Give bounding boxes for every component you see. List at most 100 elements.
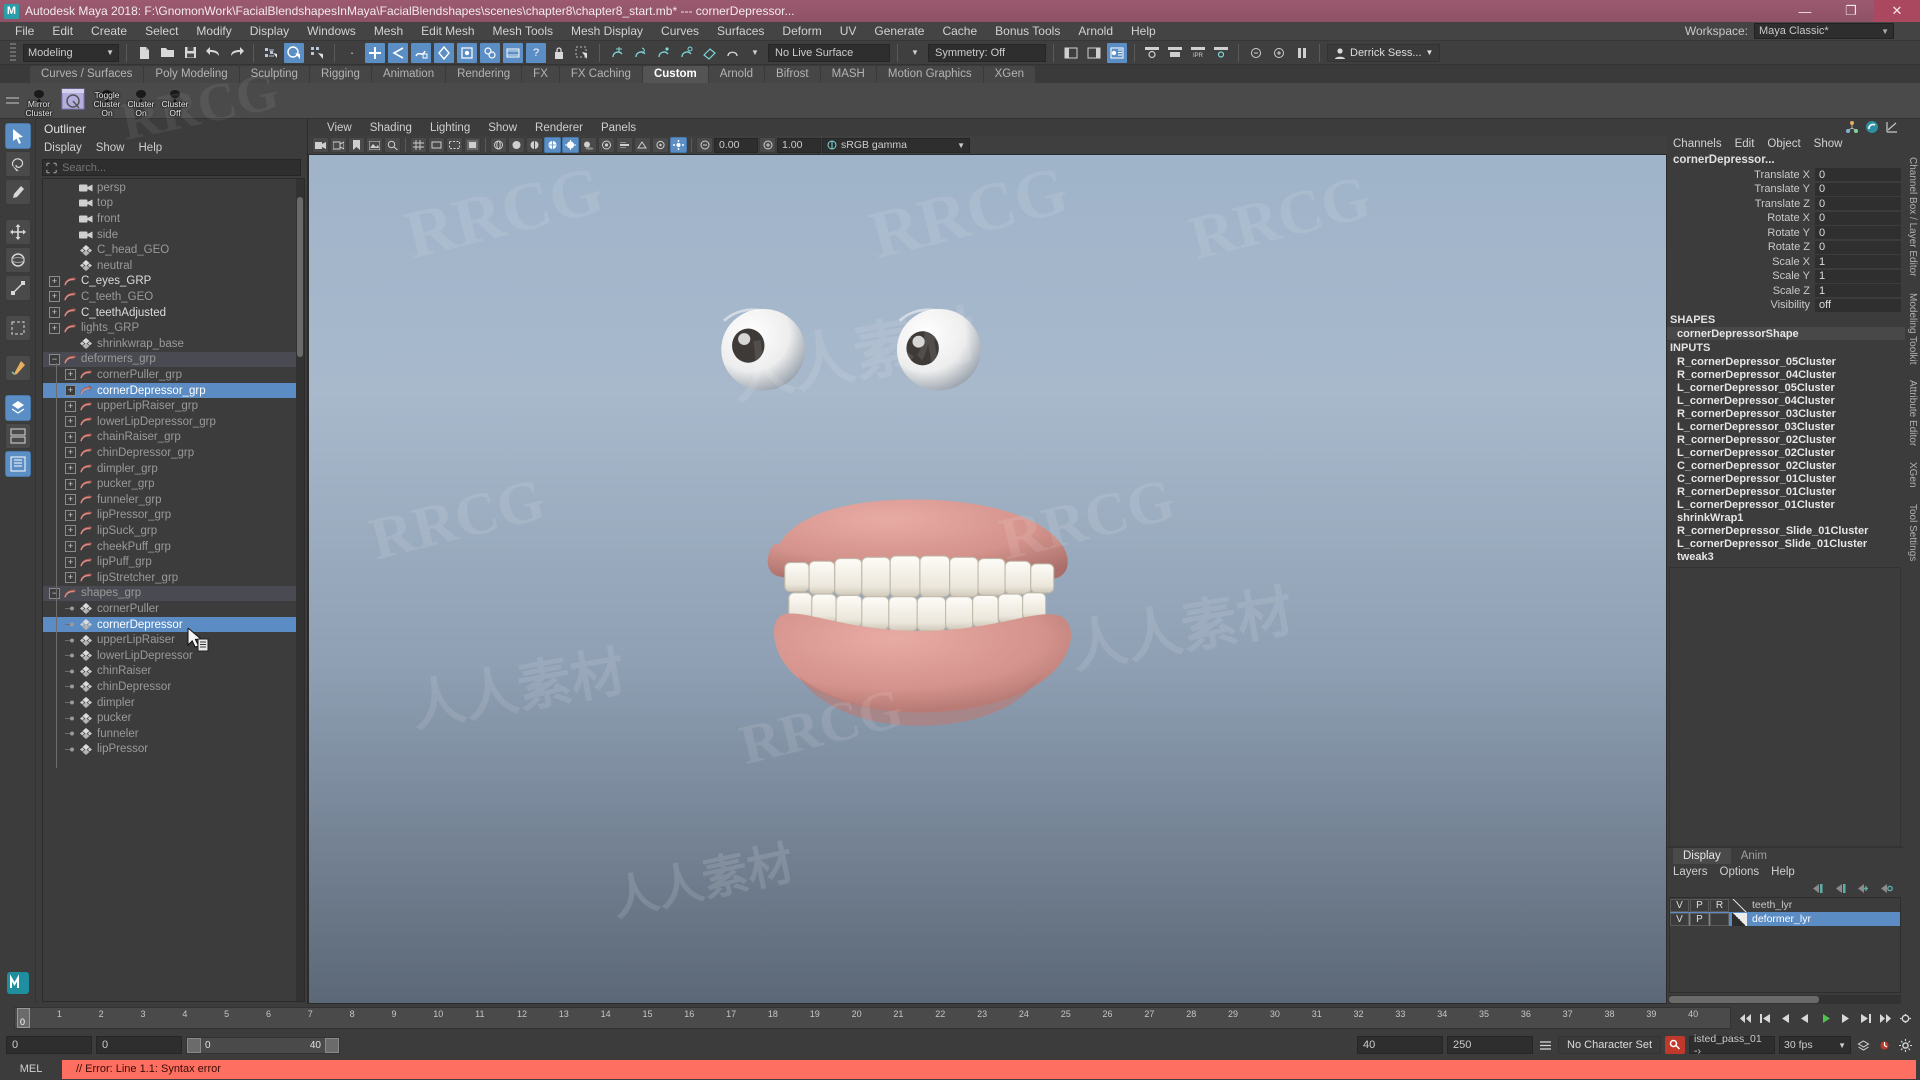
channel-attribute-row[interactable]: Rotate Y 0 — [1667, 226, 1901, 240]
paint-weights-tool-icon[interactable] — [4, 355, 31, 381]
new-scene-icon[interactable] — [134, 43, 154, 63]
mask-dot-icon[interactable]: · — [342, 43, 362, 63]
channel-menu-object[interactable]: Object — [1767, 138, 1800, 150]
layer-visibility-toggle[interactable]: V — [1670, 898, 1689, 912]
channel-input-item[interactable]: shrinkWrap1 — [1667, 511, 1905, 524]
layer-new-icon[interactable] — [1856, 883, 1870, 894]
layer-menu-layers[interactable]: Layers — [1673, 866, 1708, 878]
shelf-tab-sculpting[interactable]: Sculpting — [239, 66, 309, 83]
channel-menu-channels[interactable]: Channels — [1673, 138, 1722, 150]
channel-attribute-value[interactable]: 0 — [1815, 226, 1901, 240]
outliner-row[interactable]: C_head_GEO — [43, 242, 296, 258]
channel-attribute-value[interactable]: off — [1815, 298, 1901, 312]
channel-menu-edit[interactable]: Edit — [1735, 138, 1755, 150]
select-help-icon[interactable]: ? — [526, 42, 546, 63]
outliner-row[interactable]: side — [43, 227, 296, 243]
channel-attribute-value[interactable]: 1 — [1815, 284, 1901, 298]
auto-keyframe-toggle[interactable] — [1665, 1036, 1685, 1054]
make-live-icon[interactable] — [722, 43, 742, 63]
menu-item-mesh-display[interactable]: Mesh Display — [562, 22, 652, 41]
symmetry-chevron-icon[interactable]: ▼ — [905, 43, 925, 63]
symmetry-field[interactable]: Symmetry: Off — [928, 43, 1046, 62]
step-back-frame-icon[interactable] — [1777, 1010, 1794, 1027]
render-sequence-icon[interactable] — [1165, 43, 1185, 63]
exposure-minus-icon[interactable] — [1246, 43, 1266, 63]
menu-set-dropdown[interactable]: Modeling ▼ — [23, 43, 119, 62]
outliner-row[interactable]: + cheekPuff_grp — [43, 539, 296, 555]
expand-toggle[interactable]: + — [65, 556, 76, 568]
textured-shading-icon[interactable] — [544, 137, 561, 153]
menu-item-modify[interactable]: Modify — [187, 22, 240, 41]
outliner-row[interactable]: + cornerDepressor_grp — [43, 382, 296, 399]
play-forwards-icon[interactable] — [1817, 1010, 1834, 1027]
channel-input-item[interactable]: L_cornerDepressor_01Cluster — [1667, 498, 1905, 511]
menu-item-file[interactable]: File — [6, 22, 43, 41]
channel-box-inputs-list[interactable]: R_cornerDepressor_05Cluster R_cornerDepre… — [1667, 355, 1905, 563]
channel-attribute-row[interactable]: Scale Z 1 — [1667, 284, 1901, 298]
minimize-button[interactable]: — — [1782, 0, 1828, 22]
gamma-decrease-icon[interactable] — [759, 137, 776, 153]
shelf-tab-rigging[interactable]: Rigging — [309, 66, 371, 83]
outliner-row[interactable]: dimpler — [43, 695, 296, 711]
time-slider-ruler[interactable]: 0 1 2 3 4 5 6 7 8 9 10 11 12 13 14 15 16 17 18 19 20 21 22 23 2… — [14, 1007, 1731, 1029]
expand-toggle[interactable]: + — [49, 322, 60, 334]
show-attribute-editor-icon[interactable] — [1107, 42, 1127, 63]
menu-item-display[interactable]: Display — [241, 22, 298, 41]
expand-toggle[interactable]: + — [65, 463, 76, 475]
viewport-settings-icon[interactable] — [670, 137, 687, 153]
render-settings-icon[interactable] — [1211, 43, 1231, 63]
channel-attribute-value[interactable]: 1 — [1815, 255, 1901, 269]
channel-input-item[interactable]: R_cornerDepressor_04Cluster — [1667, 368, 1905, 381]
menu-item-arnold[interactable]: Arnold — [1069, 22, 1122, 41]
select-camera-icon[interactable] — [312, 137, 329, 153]
tab-anim-layers[interactable]: Anim — [1731, 850, 1777, 862]
menu-item-create[interactable]: Create — [82, 22, 136, 41]
paint-select-tool-icon[interactable] — [4, 179, 31, 205]
outliner-search-box[interactable] — [42, 159, 301, 176]
shelf-button-cluster-off[interactable]: Cluster Off — [158, 84, 192, 118]
lock-icon[interactable] — [549, 43, 569, 63]
menu-item-cache[interactable]: Cache — [933, 22, 986, 41]
channel-attribute-row[interactable]: Translate Z 0 — [1667, 197, 1901, 211]
select-by-dynamics-icon[interactable] — [457, 42, 477, 63]
layer-new-from-selection-icon[interactable] — [1879, 883, 1893, 894]
outliner-row[interactable]: chinRaiser — [43, 664, 296, 680]
outliner-row[interactable]: cornerDepressor — [43, 616, 296, 633]
menu-item-edit-mesh[interactable]: Edit Mesh — [412, 22, 483, 41]
collapse-toggle[interactable]: − — [49, 353, 60, 365]
channel-input-item[interactable]: C_cornerDepressor_01Cluster — [1667, 472, 1905, 485]
show-modeling-toolkit-icon[interactable] — [1865, 120, 1879, 134]
channel-attribute-value[interactable]: 0 — [1815, 211, 1901, 225]
range-bar-middle[interactable]: 0 40 — [201, 1040, 325, 1051]
ipr-render-icon[interactable]: IPR — [1188, 43, 1208, 63]
channel-attribute-row[interactable]: Visibility off — [1667, 298, 1901, 313]
channel-input-item[interactable]: R_cornerDepressor_01Cluster — [1667, 485, 1905, 498]
menu-item-help[interactable]: Help — [1122, 22, 1165, 41]
preferences-gear-icon[interactable] — [1897, 1037, 1914, 1054]
playback-options-icon[interactable] — [1537, 1037, 1554, 1054]
channel-attribute-value[interactable]: 0 — [1815, 240, 1901, 254]
outliner-menu-show[interactable]: Show — [96, 142, 125, 154]
outliner-tree[interactable]: persp top front side C_head_GEO neutral + C_eye… — [42, 178, 305, 1002]
playback-end-field[interactable]: 250 — [1447, 1036, 1534, 1054]
image-plane-icon[interactable] — [366, 137, 383, 153]
channel-attribute-row[interactable]: Scale X 1 — [1667, 255, 1901, 269]
channel-input-item[interactable]: C_cornerDepressor_02Cluster — [1667, 459, 1905, 472]
expand-toggle[interactable]: + — [65, 400, 76, 412]
viewport-menu-shading[interactable]: Shading — [361, 122, 421, 134]
channel-input-item[interactable]: L_cornerDepressor_04Cluster — [1667, 394, 1905, 407]
select-hierarchy-icon[interactable] — [261, 43, 281, 63]
four-view-layout-icon[interactable] — [4, 395, 31, 421]
range-handle-right[interactable] — [325, 1037, 339, 1053]
multisample-aa-icon[interactable] — [634, 137, 651, 153]
channel-input-item[interactable]: R_cornerDepressor_03Cluster — [1667, 407, 1905, 420]
wireframe-shading-icon[interactable] — [490, 137, 507, 153]
expand-toggle[interactable]: + — [49, 291, 60, 303]
collapse-toggle[interactable]: − — [49, 587, 60, 599]
animation-preferences-icon[interactable] — [1897, 1010, 1914, 1027]
twod-pan-zoom-icon[interactable] — [384, 137, 401, 153]
show-sidebar-right-icon[interactable] — [1084, 43, 1104, 63]
range-start-field[interactable]: 0 — [6, 1036, 92, 1054]
shelf-tab-fx-caching[interactable]: FX Caching — [559, 66, 642, 83]
outliner-row[interactable]: − shapes_grp — [43, 585, 296, 602]
